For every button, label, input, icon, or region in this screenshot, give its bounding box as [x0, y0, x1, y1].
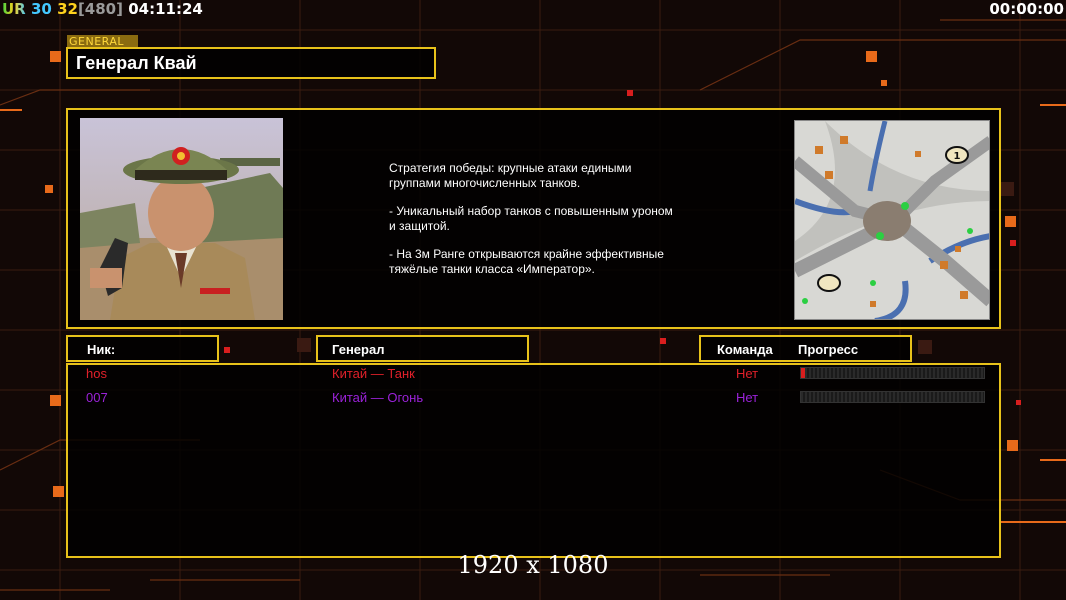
general-name: Генерал Квай [76, 53, 197, 73]
player-progress-bar [800, 391, 985, 403]
general-header: Генерал [316, 335, 529, 362]
progress-header-label: Прогресс [798, 342, 859, 357]
player-nick: 007 [86, 390, 108, 405]
hud-stats: UR 30 32[480] 04:11:24 [2, 0, 203, 18]
map-start-marker: 1 [954, 151, 961, 162]
general-portrait [80, 118, 283, 320]
nick-header-label: Ник: [87, 342, 116, 357]
resolution-label: 1920 x 1080 [457, 551, 609, 579]
hud-timer: 00:00:00 [989, 0, 1064, 18]
hud-num3: [480] [77, 0, 123, 18]
player-general: Китай — Огонь [332, 390, 424, 405]
hud-num2: 32 [57, 0, 78, 18]
hud-clock: 04:11:24 [128, 0, 203, 18]
player-nick: hos [86, 366, 107, 381]
map-preview[interactable]: 1 [794, 120, 990, 320]
hud-tag: UR [2, 0, 26, 18]
description-line-1: Стратегия победы: крупные атаки едиными … [389, 161, 632, 190]
nick-header: Ник: [66, 335, 219, 362]
general-header-label: Генерал [332, 342, 385, 357]
player-team: Нет [736, 390, 759, 405]
team-progress-header: Команда Прогресс [699, 335, 912, 362]
player-progress-fill [801, 368, 805, 378]
description-line-2: - Уникальный набор танков с повышенным у… [389, 204, 673, 233]
team-header-label: Команда [717, 342, 773, 357]
general-title-box: Генерал Квай [66, 47, 436, 79]
player-progress-bar [800, 367, 985, 379]
player-general: Китай — Танк [332, 366, 415, 381]
minimap-image: 1 [795, 121, 989, 319]
strategy-description: Стратегия победы: крупные атаки едиными … [389, 161, 749, 290]
description-line-3: - На 3м Ранге открываются крайне эффекти… [389, 247, 664, 276]
general-portrait-image [80, 118, 283, 320]
hud-num1: 30 [30, 0, 52, 18]
player-team: Нет [736, 366, 759, 381]
